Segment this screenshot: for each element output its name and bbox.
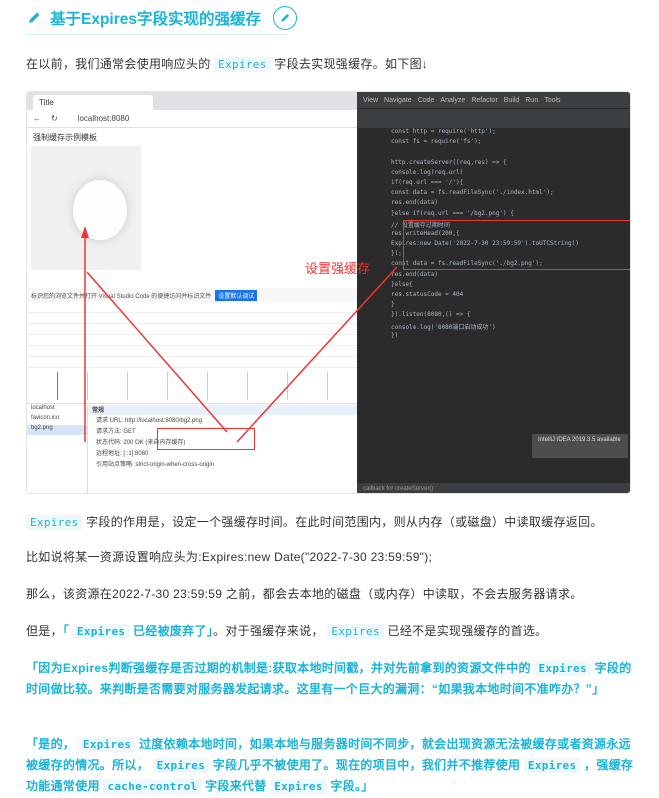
paragraph-deprecated: 但是，「 Expires 已经被废弃了」。对于强缓存来说， Expires 已经… (26, 624, 548, 639)
paragraph-before-date: 那么，该资源在2022-7-30 23:59:59 之前，都会去本地的磁盘（或内… (26, 587, 583, 601)
paragraph-example: 比如说将某一资源设置响应头为:Expires:new Date("2022-7-… (26, 550, 433, 564)
example-screenshot: Title ← ↻ localhost:8080 强制缓存示例模板 标识您的浏览文件… (26, 91, 631, 494)
section-heading: 基于Expires字段实现的强缓存 (26, 4, 298, 32)
pen-icon (29, 12, 40, 23)
intro-paragraph: 在以前，我们通常会使用响应头的 Expires 字段去实现强缓存。如下图↓ (26, 57, 429, 72)
quote-mechanism: 「因为Expires判断强缓存是否过期的机制是:获取本地时间戳，并对先前拿到的资… (26, 661, 632, 696)
annotation-arrows (81, 226, 398, 443)
edit-badge[interactable] (273, 6, 298, 30)
callout-label: 设置强缓存 (305, 261, 371, 276)
paragraph-expires-purpose: Expires 字段的作用是，设定一个强缓存时间。在此时间范围内，则从内存（或磁… (26, 512, 603, 533)
edit-icon (281, 13, 290, 22)
quote-recommendation: 「是的， Expires 过度依赖本地时间，如果本地与服务器时间不同步，就会出现… (26, 737, 634, 794)
heading-underline (26, 34, 286, 35)
heading-title: 基于Expires字段实现的强缓存 (50, 11, 262, 28)
